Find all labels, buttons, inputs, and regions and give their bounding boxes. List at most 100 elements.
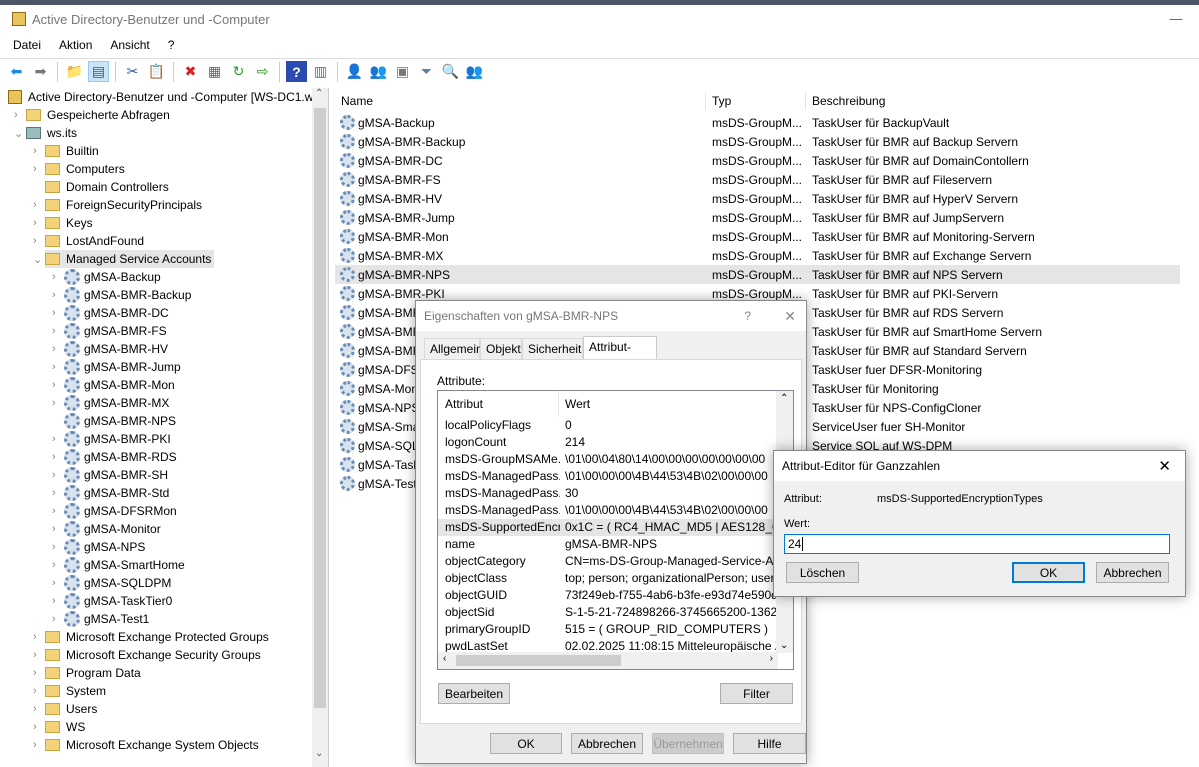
chevron-right-icon[interactable]: ›: [33, 163, 37, 175]
attribute-row[interactable]: objectClass top; person; organizationalPe…: [438, 570, 778, 587]
column-header-description[interactable]: Beschreibung: [806, 92, 1186, 110]
chevron-right-icon[interactable]: ›: [33, 631, 37, 643]
menu-1[interactable]: Aktion: [50, 35, 101, 55]
chevron-right-icon[interactable]: ›: [33, 703, 37, 715]
chevron-right-icon[interactable]: ›: [52, 289, 56, 301]
menu-3[interactable]: ?: [159, 35, 184, 55]
forward-icon[interactable]: ➡: [30, 61, 51, 82]
ok-button[interactable]: OK: [1012, 562, 1085, 583]
chevron-right-icon[interactable]: ›: [52, 577, 56, 589]
help-icon[interactable]: ?: [744, 309, 751, 323]
new-user-icon[interactable]: 👤: [344, 61, 365, 82]
refresh-icon[interactable]: ↻: [228, 61, 249, 82]
tree-item[interactable]: › gMSA-BMR-Std: [52, 484, 172, 502]
attribute-row[interactable]: name gMSA-BMR-NPS: [438, 536, 778, 553]
chevron-right-icon[interactable]: ›: [52, 271, 56, 283]
tree-item[interactable]: › gMSA-BMR-MX: [52, 394, 172, 412]
chevron-right-icon[interactable]: ›: [33, 721, 37, 733]
tree-item[interactable]: › gMSA-NPS: [52, 538, 148, 556]
tree-item[interactable]: › gMSA-SmartHome: [52, 556, 188, 574]
chevron-right-icon[interactable]: ›: [33, 739, 37, 751]
apply-button[interactable]: Übernehmen: [652, 733, 724, 754]
chevron-right-icon[interactable]: ›: [33, 649, 37, 661]
filter-button[interactable]: Filter: [720, 683, 793, 704]
tree-item[interactable]: › gMSA-BMR-SH: [52, 466, 171, 484]
tree-item[interactable]: › Builtin: [33, 142, 102, 160]
chevron-right-icon[interactable]: ›: [52, 343, 56, 355]
chevron-right-icon[interactable]: ›: [52, 613, 56, 625]
tree-item[interactable]: › Gespeicherte Abfragen: [14, 106, 173, 124]
chevron-right-icon[interactable]: ›: [52, 361, 56, 373]
column-header-name[interactable]: Name: [335, 92, 706, 110]
add-to-group-icon[interactable]: 👥: [464, 61, 485, 82]
attribute-row[interactable]: msDS-GroupMSAMe... \01\00\04\80\14\00\00\…: [438, 451, 778, 468]
filter-icon[interactable]: ⏷: [416, 61, 437, 82]
tree-item[interactable]: › gMSA-Backup: [52, 268, 164, 286]
ok-button[interactable]: OK: [490, 733, 562, 754]
tree-item[interactable]: ⌄ ws.its: [14, 124, 80, 142]
list-row[interactable]: gMSA-Backup msDS-GroupM... TaskUser für Ba…: [335, 113, 1180, 132]
export-list-icon[interactable]: ⇨: [252, 61, 273, 82]
tree-item[interactable]: › gMSA-BMR-Jump: [52, 358, 184, 376]
tree-item[interactable]: › gMSA-BMR-DC: [52, 304, 172, 322]
chevron-right-icon[interactable]: ›: [52, 325, 56, 337]
edit-button[interactable]: Bearbeiten: [438, 683, 510, 704]
column-header-value[interactable]: Wert: [565, 397, 590, 411]
chevron-right-icon[interactable]: ›: [33, 145, 37, 157]
list-row[interactable]: gMSA-BMR-NPS msDS-GroupM... TaskUser für B…: [335, 265, 1180, 284]
show-console-tree-icon[interactable]: ▤: [88, 61, 109, 82]
tree-scroll-thumb[interactable]: [314, 108, 326, 708]
cut-icon[interactable]: ✂: [122, 61, 143, 82]
new-group-icon[interactable]: 👥: [368, 61, 389, 82]
attribute-row[interactable]: primaryGroupID 515 = ( GROUP_RID_COMPUTER…: [438, 621, 778, 638]
tree-item[interactable]: › gMSA-TaskTier0: [52, 592, 175, 610]
attribute-row[interactable]: msDS-ManagedPass... \01\00\00\00\4B\44\53…: [438, 468, 778, 485]
chevron-right-icon[interactable]: ›: [52, 469, 56, 481]
chevron-right-icon[interactable]: ›: [52, 307, 56, 319]
attribute-row[interactable]: msDS-ManagedPass... 30: [438, 485, 778, 502]
tree-item[interactable]: ⌄ Managed Service Accounts: [33, 250, 215, 268]
attribute-row[interactable]: objectGUID 73f249eb-f755-4ab6-b3fe-e93d74…: [438, 587, 778, 604]
chevron-right-icon[interactable]: ›: [52, 397, 56, 409]
chevron-right-icon[interactable]: ›: [33, 217, 37, 229]
list-row[interactable]: gMSA-BMR-Mon msDS-GroupM... TaskUser für B…: [335, 227, 1180, 246]
attribute-row[interactable]: msDS-SupportedEncr... 0x1C = ( RC4_HMAC_M…: [438, 519, 778, 536]
tree-item[interactable]: › gMSA-BMR-Backup: [52, 286, 194, 304]
list-row[interactable]: gMSA-BMR-HV msDS-GroupM... TaskUser für BM…: [335, 189, 1180, 208]
list-row[interactable]: gMSA-BMR-MX msDS-GroupM... TaskUser für BM…: [335, 246, 1180, 265]
help-button[interactable]: Hilfe: [733, 733, 806, 754]
tree-item[interactable]: › gMSA-DFSRMon: [52, 502, 180, 520]
chevron-down-icon[interactable]: ⌄: [33, 253, 42, 266]
chevron-right-icon[interactable]: ›: [14, 109, 18, 121]
tab-sicherheit[interactable]: Sicherheit: [522, 338, 583, 359]
value-input[interactable]: 24: [784, 534, 1170, 554]
tab-allgemein[interactable]: Allgemein: [424, 338, 483, 359]
tree-item[interactable]: › gMSA-Monitor: [52, 520, 164, 538]
tree-item[interactable]: › gMSA-SQLDPM: [52, 574, 174, 592]
chevron-right-icon[interactable]: ›: [52, 505, 56, 517]
tree-item[interactable]: › gMSA-BMR-FS: [52, 322, 170, 340]
attribute-row[interactable]: msDS-ManagedPass... \01\00\00\00\4B\44\53…: [438, 502, 778, 519]
chevron-right-icon[interactable]: ›: [52, 523, 56, 535]
back-icon[interactable]: ⬅: [6, 61, 27, 82]
chevron-right-icon[interactable]: ›: [33, 199, 37, 211]
up-folder-icon[interactable]: 📁: [64, 61, 85, 82]
tree-item[interactable]: Domain Controllers: [45, 178, 172, 196]
chevron-right-icon[interactable]: ›: [33, 685, 37, 697]
new-ou-icon[interactable]: ▣: [392, 61, 413, 82]
list-row[interactable]: gMSA-BMR-Backup msDS-GroupM... TaskUser fü…: [335, 132, 1180, 151]
tree-item[interactable]: › WS: [33, 718, 88, 736]
chevron-down-icon[interactable]: ⌄: [14, 127, 23, 140]
tree-item[interactable]: gMSA-BMR-NPS: [64, 412, 179, 430]
chevron-right-icon[interactable]: ›: [52, 379, 56, 391]
chevron-right-icon[interactable]: ›: [52, 559, 56, 571]
close-icon[interactable]: ✕: [1158, 457, 1171, 475]
tree-item[interactable]: › System: [33, 682, 109, 700]
tree-item[interactable]: › gMSA-BMR-HV: [52, 340, 171, 358]
tree-item[interactable]: › gMSA-BMR-PKI: [52, 430, 174, 448]
list-row[interactable]: gMSA-BMR-DC msDS-GroupM... TaskUser für BM…: [335, 151, 1180, 170]
action-pane-icon[interactable]: ▥: [310, 61, 331, 82]
delete-icon[interactable]: ✖: [180, 61, 201, 82]
cancel-button[interactable]: Abbrechen: [571, 733, 643, 754]
chevron-right-icon[interactable]: ›: [52, 487, 56, 499]
